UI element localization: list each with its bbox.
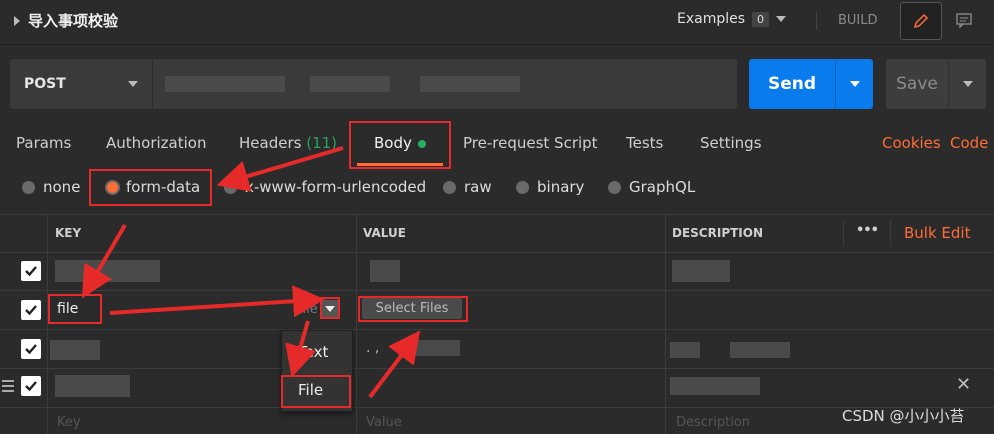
arrow bbox=[368, 330, 421, 399]
arrow bbox=[216, 146, 344, 192]
watermark: CSDN @小小小苔 bbox=[842, 407, 965, 425]
arrow bbox=[109, 285, 325, 318]
annotation-arrows bbox=[81, 146, 421, 399]
arrow bbox=[285, 320, 316, 378]
arrow bbox=[81, 223, 127, 299]
